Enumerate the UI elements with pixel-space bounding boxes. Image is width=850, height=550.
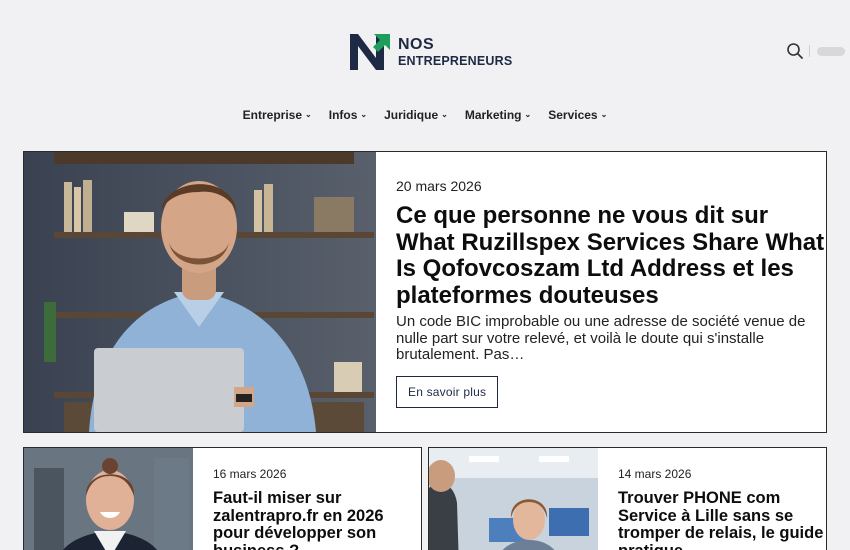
chevron-down-icon: ⌄	[360, 109, 368, 119]
card-date: 16 mars 2026	[213, 467, 287, 481]
chevron-down-icon: ⌄	[524, 109, 532, 119]
search-icon[interactable]	[786, 42, 804, 60]
article-card: 16 mars 2026 Faut-il miser sur zalentrap…	[23, 447, 422, 550]
nav-item-marketing[interactable]: Marketing ⌄	[465, 108, 531, 122]
nav-item-juridique[interactable]: Juridique ⌄	[384, 108, 448, 122]
main-nav: Entreprise ⌄ Infos ⌄ Juridique ⌄ Marketing ⌄…	[0, 108, 850, 122]
card-title[interactable]: Trouver PHONE com Service à Lille sans s…	[618, 489, 826, 550]
featured-excerpt: Un code BIC improbable ou une adresse de…	[396, 313, 806, 363]
nav-item-infos[interactable]: Infos ⌄	[329, 108, 367, 122]
logo-n-icon	[348, 32, 392, 72]
chevron-down-icon: ⌄	[600, 109, 608, 119]
featured-article: 20 mars 2026 Ce que personne ne vous dit…	[23, 151, 827, 433]
card-date: 14 mars 2026	[618, 467, 692, 481]
logo-line1: NOS	[398, 35, 435, 53]
logo-line2: ENTREPRENEURS	[398, 53, 513, 68]
chevron-down-icon: ⌄	[441, 109, 448, 119]
article-card: 14 mars 2026 Trouver PHONE com Service à…	[428, 447, 827, 550]
nav-item-services[interactable]: Services ⌄	[548, 108, 607, 122]
featured-image[interactable]	[24, 152, 376, 432]
featured-date: 20 mars 2026	[396, 178, 482, 194]
nav-item-entreprise[interactable]: Entreprise ⌄	[243, 108, 312, 122]
site-logo[interactable]: NOS ENTREPRENEURS	[348, 32, 512, 72]
card-image[interactable]	[429, 448, 598, 550]
featured-title[interactable]: Ce que personne ne vous dit sur What Ruz…	[396, 202, 826, 309]
read-more-button[interactable]: En savoir plus	[396, 375, 499, 408]
chevron-down-icon: ⌄	[305, 109, 312, 119]
header-divider	[809, 45, 810, 57]
card-title[interactable]: Faut-il miser sur zalentrapro.fr en 2026…	[213, 489, 421, 550]
dark-mode-toggle[interactable]	[817, 47, 845, 56]
card-image[interactable]	[24, 448, 193, 550]
